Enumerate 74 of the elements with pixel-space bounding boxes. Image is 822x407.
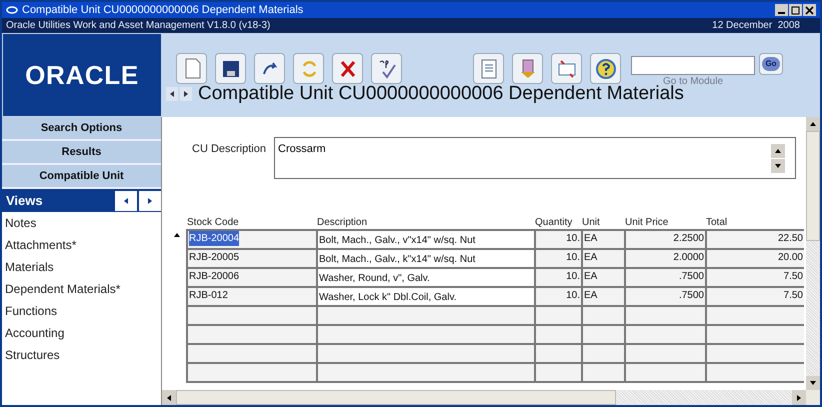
window-icon [6, 6, 18, 14]
app-version: Oracle Utilities Work and Asset Management V1.8.0 (v18-3) [6, 19, 270, 33]
scroll-up-button[interactable] [771, 144, 785, 158]
table-cell: 2.2500 [624, 231, 705, 248]
cu-description-label: CU Description [192, 142, 267, 157]
table-cell: EA [581, 250, 624, 267]
table-cell: RJB-20004 [186, 231, 316, 248]
column-header: Unit Price [624, 217, 670, 229]
go-button[interactable]: Go [759, 53, 783, 75]
save-icon-button[interactable] [215, 53, 246, 84]
close-icon [805, 6, 814, 14]
sidebar-section-button[interactable]: Compatible Unit [2, 165, 161, 189]
column-header: Description [316, 217, 368, 229]
spell-check-icon-button[interactable] [371, 53, 402, 84]
scroll-down-button[interactable] [771, 158, 785, 172]
column-header: Stock Code [186, 217, 240, 229]
table-cell: EA [581, 288, 624, 305]
views-forward-button[interactable] [139, 190, 161, 210]
scroll-left-button[interactable] [162, 390, 176, 405]
table-cell: 10. [534, 250, 581, 267]
scrollbar-corner [806, 390, 820, 405]
table-cell: RJB-20006 [186, 269, 316, 286]
table-cell: 2.0000 [624, 250, 705, 267]
table-cell: EA [581, 269, 624, 286]
table-cell: RJB-012 [186, 288, 316, 305]
table-cell: EA [581, 231, 624, 248]
view-link[interactable]: Structures [2, 344, 161, 366]
cu-description-field[interactable]: Crossarm [274, 137, 796, 179]
new-document-icon-button[interactable] [176, 53, 207, 84]
sidebar-section-button[interactable]: Results [2, 141, 161, 165]
table-cell: 10. [534, 288, 581, 305]
sidebar-section-button[interactable]: Search Options [2, 117, 161, 141]
scroll-down-button[interactable] [806, 376, 820, 390]
view-link[interactable]: Notes [2, 212, 161, 234]
close-button[interactable] [803, 4, 816, 16]
window-title: Compatible Unit CU0000000000006 Dependent Materials [22, 2, 304, 18]
delete-icon-button[interactable] [332, 53, 363, 84]
scrollbar-thumb[interactable] [176, 390, 616, 405]
page-title: Compatible Unit CU0000000000006 Dependent Materials [198, 84, 684, 103]
oracle-logo: ORACLE [25, 58, 139, 92]
maximize-button[interactable] [789, 4, 802, 16]
view-link[interactable]: Functions [2, 300, 161, 322]
table-cell: 7.50 [705, 288, 804, 305]
view-link[interactable]: Materials [2, 256, 161, 278]
minimize-button[interactable] [775, 4, 788, 16]
column-header: Quantity [534, 217, 574, 229]
view-link[interactable]: Attachments* [2, 234, 161, 256]
table-cell: 22.50 [705, 231, 804, 248]
column-header: Total [705, 217, 728, 229]
forward-button[interactable] [180, 86, 192, 100]
module-field[interactable] [631, 56, 755, 75]
help-icon-button[interactable] [590, 53, 621, 84]
undo-icon-button[interactable] [254, 53, 285, 84]
scroll-up-button[interactable] [806, 117, 820, 131]
column-header: Unit [581, 217, 601, 229]
maximize-icon [791, 6, 800, 14]
table-cell: .7500 [624, 269, 705, 286]
report-icon-button[interactable] [473, 53, 504, 84]
scrollbar-thumb[interactable] [806, 131, 820, 241]
back-button[interactable] [166, 86, 178, 100]
table-cell: 10. [534, 269, 581, 286]
table-cell: RJB-20005 [186, 250, 316, 267]
view-link[interactable]: Accounting [2, 322, 161, 344]
table-cell: 10. [534, 231, 581, 248]
date-label: 12 December 2008 [712, 19, 801, 33]
table-cell: .7500 [624, 288, 705, 305]
view-link[interactable]: Dependent Materials* [2, 278, 161, 300]
views-back-button[interactable] [115, 190, 137, 210]
goto-module-caption: Go to Module [662, 75, 724, 87]
views-label: Views [6, 192, 43, 210]
scroll-right-button[interactable] [792, 390, 806, 405]
table-cell: 20.00 [705, 250, 804, 267]
minimize-icon [778, 12, 785, 14]
table-cell: 7.50 [705, 269, 804, 286]
